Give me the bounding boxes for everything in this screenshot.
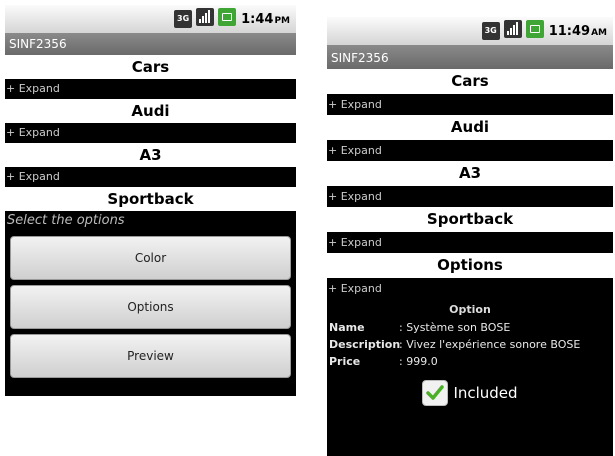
name-label: Name (329, 321, 365, 334)
3g-network-icon: 3G (481, 22, 500, 40)
section-title-sportback: Sportback (5, 187, 296, 211)
section-title-a3: A3 (5, 143, 296, 167)
included-checkbox[interactable] (422, 380, 449, 406)
section-title-audi: Audi (327, 115, 613, 140)
app-title-bar: SINF2356 (327, 45, 613, 69)
section-title-cars: Cars (5, 55, 296, 79)
select-options-label: Select the options (7, 213, 125, 228)
expand-link[interactable]: + Expand (5, 79, 296, 99)
status-bar: 3G 1:44PM (5, 5, 296, 33)
name-value: : Système son BOSE (399, 321, 511, 334)
option-details: Option Name : Système son BOSE Descripti… (327, 301, 613, 406)
expand-link[interactable]: + Expand (5, 123, 296, 143)
section-title-options: Options (327, 253, 613, 278)
section-title-cars: Cars (327, 69, 613, 94)
battery-icon (218, 8, 237, 30)
expand-link[interactable]: + Expand (327, 278, 613, 299)
included-checkbox-row[interactable]: Included (329, 380, 611, 406)
checkmark-icon (426, 385, 445, 400)
signal-icon (196, 8, 215, 30)
preview-button[interactable]: Preview (10, 334, 291, 378)
app-title-bar: SINF2356 (5, 33, 296, 55)
option-name-row: Name : Système son BOSE (329, 319, 611, 336)
price-value: : 999.0 (399, 355, 438, 368)
phone-screen-right: 3G 11:49AM SINF2356 Cars + Expand Audi +… (327, 17, 613, 456)
battery-icon (525, 20, 544, 42)
clock: 11:49AM (548, 23, 607, 39)
expand-link[interactable]: + Expand (327, 140, 613, 161)
included-label: Included (453, 384, 518, 402)
price-label: Price (329, 355, 361, 368)
phone-screen-left: 3G 1:44PM SINF2356 Cars + Expand Audi + … (5, 5, 296, 396)
status-bar: 3G 11:49AM (327, 17, 613, 45)
option-description-row: Description : Vivez l'expérience sonore … (329, 336, 611, 353)
description-label: Description (329, 338, 401, 351)
option-price-row: Price : 999.0 (329, 353, 611, 370)
expand-link[interactable]: + Expand (327, 186, 613, 207)
expand-link[interactable]: + Expand (5, 167, 296, 187)
option-heading: Option (449, 303, 491, 316)
expand-link[interactable]: + Expand (327, 232, 613, 253)
clock: 1:44PM (241, 11, 290, 27)
section-title-audi: Audi (5, 99, 296, 123)
section-title-sportback: Sportback (327, 207, 613, 232)
options-button[interactable]: Options (10, 285, 291, 329)
signal-icon (503, 20, 522, 42)
expand-link[interactable]: + Expand (327, 94, 613, 115)
section-title-a3: A3 (327, 161, 613, 186)
3g-network-icon: 3G (174, 10, 193, 28)
color-button[interactable]: Color (10, 236, 291, 280)
description-value: : Vivez l'expérience sonore BOSE (399, 338, 581, 351)
